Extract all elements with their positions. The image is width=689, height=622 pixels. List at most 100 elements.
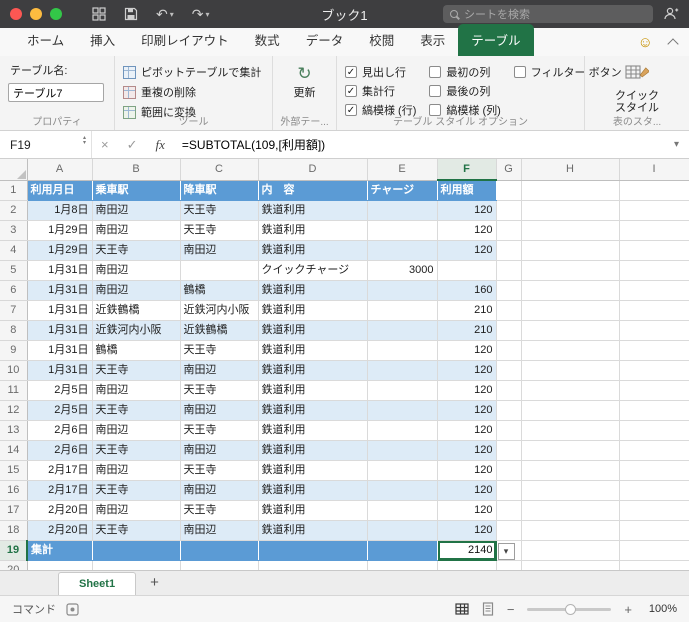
cell-C5[interactable] [180,260,259,281]
cell-G4[interactable] [496,240,522,261]
cell-A19[interactable]: 集計 [27,540,93,561]
style-option-first-column[interactable]: 最初の列 [429,64,500,80]
cell-H5[interactable] [521,260,620,281]
zoom-percentage[interactable]: 100% [645,603,677,615]
cell-E11[interactable] [367,380,438,401]
row-header-7[interactable]: 7 [0,300,28,321]
style-option-last-column[interactable]: 最後の列 [429,83,500,99]
cell-G6[interactable] [496,280,522,301]
cell-C8[interactable]: 近鉄鶴橋 [180,320,259,341]
cell-B11[interactable]: 南田辺 [92,380,181,401]
cell-D6[interactable]: 鉄道利用 [258,280,368,301]
cell-F9[interactable]: 120 [437,340,497,361]
cell-E2[interactable] [367,200,438,221]
cell-B18[interactable]: 天王寺 [92,520,181,541]
cell-I18[interactable] [619,520,689,541]
cell-G7[interactable] [496,300,522,321]
cell-C13[interactable]: 天王寺 [180,420,259,441]
cell-D2[interactable]: 鉄道利用 [258,200,368,221]
cell-H13[interactable] [521,420,620,441]
cell-A20[interactable] [27,560,93,570]
cell-H7[interactable] [521,300,620,321]
cell-A16[interactable]: 2月17日 [27,480,93,501]
cell-G14[interactable] [496,440,522,461]
total-row-dropdown-button[interactable]: ▾ [497,542,515,560]
cell-B9[interactable]: 鶴橋 [92,340,181,361]
cell-B13[interactable]: 南田辺 [92,420,181,441]
cell-G18[interactable] [496,520,522,541]
cell-A13[interactable]: 2月6日 [27,420,93,441]
cell-A14[interactable]: 2月6日 [27,440,93,461]
cell-D7[interactable]: 鉄道利用 [258,300,368,321]
column-header-D[interactable]: D [258,159,368,181]
cell-D8[interactable]: 鉄道利用 [258,320,368,341]
cell-D19[interactable] [258,540,368,561]
cell-B2[interactable]: 南田辺 [92,200,181,221]
cell-D15[interactable]: 鉄道利用 [258,460,368,481]
cell-A9[interactable]: 1月31日 [27,340,93,361]
column-header-G[interactable]: G [496,159,522,181]
save-icon[interactable] [124,7,138,21]
cell-G15[interactable] [496,460,522,481]
cell-G19[interactable]: ▾ [496,540,522,561]
cell-I10[interactable] [619,360,689,381]
cell-A5[interactable]: 1月31日 [27,260,93,281]
close-button[interactable] [10,8,22,20]
cell-H17[interactable] [521,500,620,521]
cell-F4[interactable]: 120 [437,240,497,261]
cell-C1[interactable]: 降車駅 [180,180,259,201]
style-option-header-row[interactable]: ✓ 見出し行 [345,64,416,80]
cell-E14[interactable] [367,440,438,461]
cell-A10[interactable]: 1月31日 [27,360,93,381]
cell-B16[interactable]: 天王寺 [92,480,181,501]
tab-review[interactable]: 校閲 [356,24,407,56]
minimize-button[interactable] [30,8,42,20]
cell-E1[interactable]: チャージ [367,180,438,201]
cell-F12[interactable]: 120 [437,400,497,421]
cell-E3[interactable] [367,220,438,241]
row-header-20[interactable]: 20 [0,560,28,570]
cell-D11[interactable]: 鉄道利用 [258,380,368,401]
cell-E8[interactable] [367,320,438,341]
cell-E19[interactable] [367,540,438,561]
cell-G10[interactable] [496,360,522,381]
cell-I12[interactable] [619,400,689,421]
cell-H3[interactable] [521,220,620,241]
cell-A17[interactable]: 2月20日 [27,500,93,521]
cell-C7[interactable]: 近鉄河内小阪 [180,300,259,321]
row-header-19[interactable]: 19 [0,540,28,561]
cell-H12[interactable] [521,400,620,421]
cell-B14[interactable]: 天王寺 [92,440,181,461]
cell-E20[interactable] [367,560,438,570]
cell-E13[interactable] [367,420,438,441]
cell-E9[interactable] [367,340,438,361]
column-header-C[interactable]: C [180,159,259,181]
cell-G16[interactable] [496,480,522,501]
cell-E4[interactable] [367,240,438,261]
cell-H15[interactable] [521,460,620,481]
cell-C16[interactable]: 南田辺 [180,480,259,501]
sheet-tab-sheet1[interactable]: Sheet1 [58,572,137,595]
cell-D5[interactable]: クイックチャージ [258,260,368,281]
cell-E16[interactable] [367,480,438,501]
cell-C20[interactable] [180,560,259,570]
cell-G9[interactable] [496,340,522,361]
cell-B3[interactable]: 南田辺 [92,220,181,241]
row-header-12[interactable]: 12 [0,400,28,421]
cell-D14[interactable]: 鉄道利用 [258,440,368,461]
cell-F20[interactable] [437,560,497,570]
cell-F5[interactable] [437,260,497,281]
cell-D16[interactable]: 鉄道利用 [258,480,368,501]
cell-I6[interactable] [619,280,689,301]
cancel-entry-icon[interactable]: × [92,137,118,152]
formula-bar-expand-icon[interactable]: ▾ [674,139,689,150]
remove-duplicates-button[interactable]: 重複の削除 [123,83,264,101]
row-header-13[interactable]: 13 [0,420,28,441]
name-box[interactable]: F19 ▴ ▾ [0,131,92,158]
row-header-4[interactable]: 4 [0,240,28,261]
cell-B10[interactable]: 天王寺 [92,360,181,381]
cell-C11[interactable]: 天王寺 [180,380,259,401]
row-header-11[interactable]: 11 [0,380,28,401]
cell-C6[interactable]: 鶴橋 [180,280,259,301]
page-layout-view-icon[interactable] [482,602,494,616]
